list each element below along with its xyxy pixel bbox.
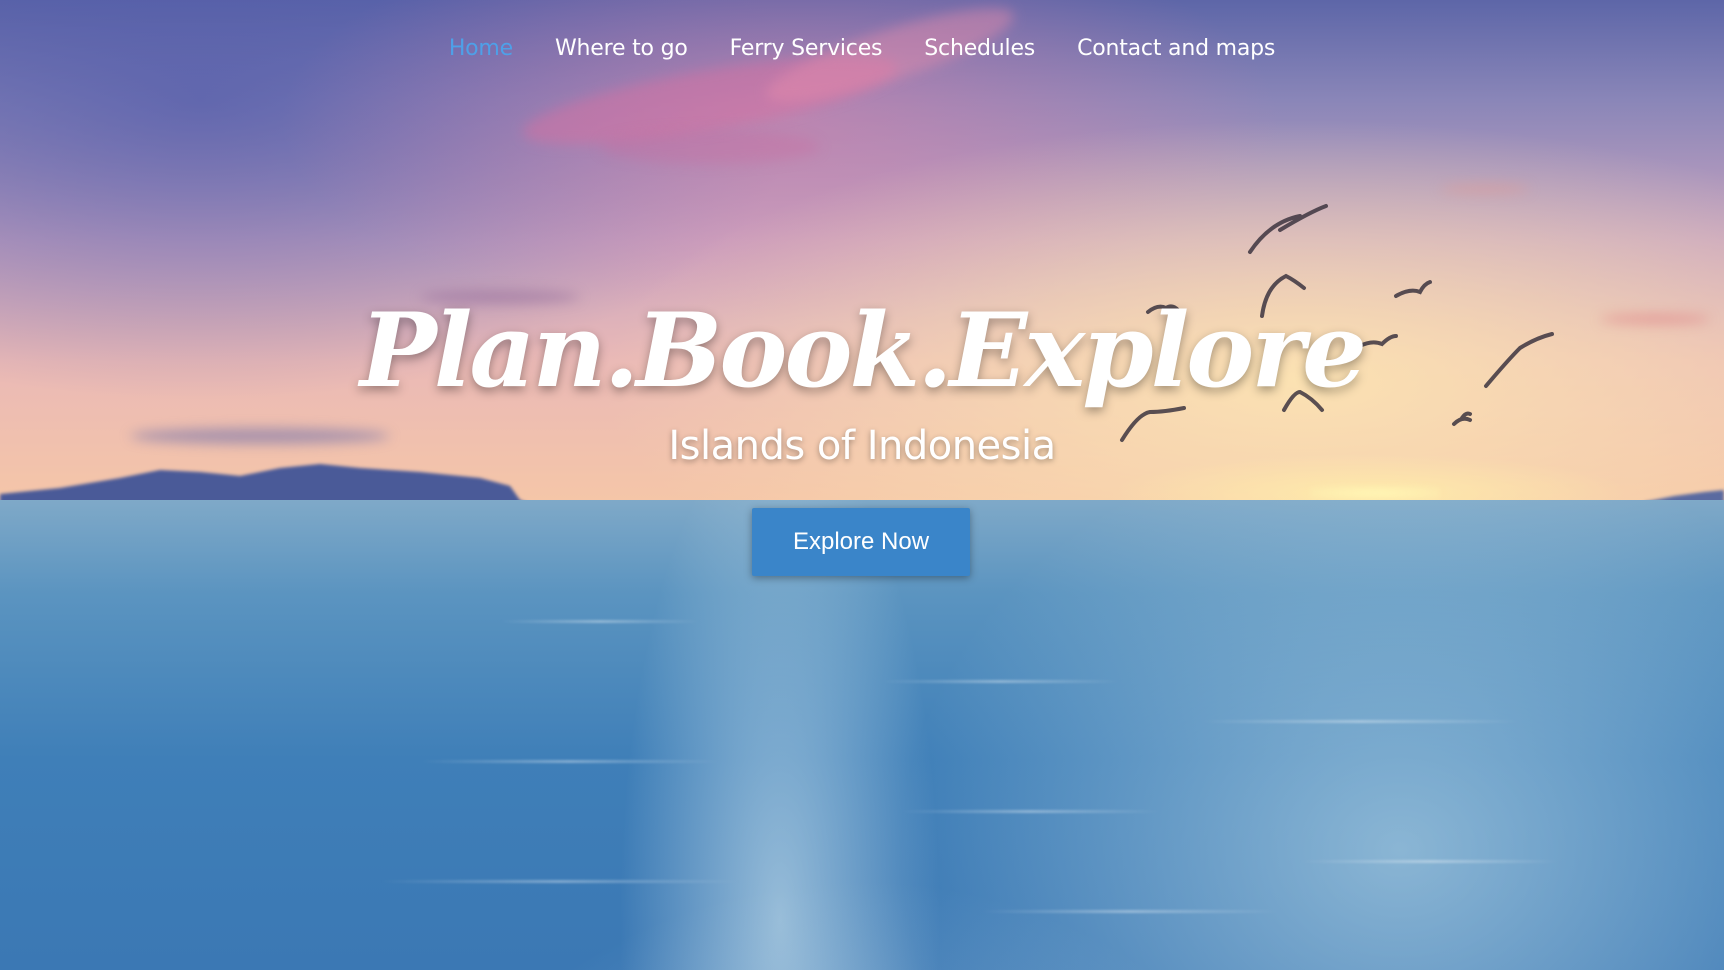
- hero-title: Plan.Book.Explore: [360, 291, 1367, 411]
- hero-subtitle: Islands of Indonesia: [668, 423, 1056, 469]
- nav-item-where-to-go[interactable]: Where to go: [555, 34, 688, 64]
- nav-item-home[interactable]: Home: [449, 34, 513, 64]
- main-nav: Home Where to go Ferry Services Schedule…: [0, 34, 1724, 64]
- hero-section: Home Where to go Ferry Services Schedule…: [0, 0, 1724, 970]
- sun-glare: [1310, 486, 1440, 500]
- nav-item-contact-and-maps[interactable]: Contact and maps: [1077, 34, 1275, 64]
- nav-item-schedules[interactable]: Schedules: [924, 34, 1035, 64]
- explore-now-button[interactable]: Explore Now: [752, 508, 970, 576]
- nav-item-ferry-services[interactable]: Ferry Services: [730, 34, 883, 64]
